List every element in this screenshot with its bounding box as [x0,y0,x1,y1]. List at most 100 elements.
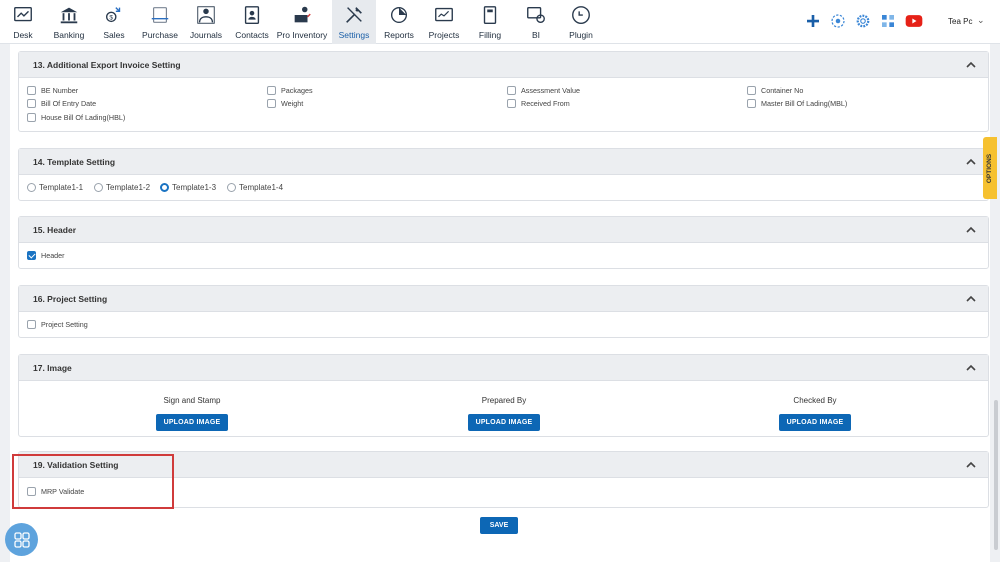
checkbox-house-bill-of-lading[interactable]: House Bill Of Lading(HBL) [27,113,125,122]
options-tab[interactable]: OPTIONS [983,137,997,199]
desk-icon [14,6,32,22]
nav-reports[interactable]: Reports [380,0,418,44]
apps-grid-button[interactable] [5,523,38,556]
checkbox-received-from[interactable]: Received From [507,99,570,108]
checkbox-project-setting[interactable]: Project Setting [27,320,88,329]
nav-label: Journals [189,30,223,40]
checkbox-label: Bill Of Entry Date [41,99,97,108]
checkbox-container-no[interactable]: Container No [747,86,803,95]
nav-bi[interactable]: BI [518,0,554,44]
template-setting-panel: 14. Template Setting Template1-1 Templat… [18,148,989,201]
bi-icon [527,6,545,24]
nav-settings[interactable]: Settings [332,0,376,44]
panel-header[interactable]: 13. Additional Export Invoice Setting [19,52,988,78]
panel-header[interactable]: 15. Header [19,217,988,243]
checkbox-packages[interactable]: Packages [267,86,313,95]
checkbox-label: BE Number [41,86,79,95]
nav-pro-inventory[interactable]: Pro Inventory [276,0,328,44]
settings-icon [346,7,362,23]
qr-icon[interactable] [877,10,899,32]
nav-label: Reports [384,30,414,40]
grid-icon [13,531,30,548]
radio-circle[interactable] [227,183,236,192]
checkbox-box[interactable] [507,99,516,108]
gear-icon[interactable] [852,10,874,32]
upload-checked-by-button[interactable]: UPLOAD IMAGE [778,414,852,431]
panel-title: 14. Template Setting [33,157,116,167]
project-setting-panel: 16. Project Setting Project Setting [18,285,989,338]
radio-template1-3[interactable]: Template1-3 [160,183,216,192]
checkbox-bill-of-entry-date[interactable]: Bill Of Entry Date [27,99,96,108]
radio-circle[interactable] [94,183,103,192]
checkbox-label: Header [41,251,65,260]
nav-purchase[interactable]: Purchase [140,0,180,44]
nav-label: Banking [53,30,85,40]
user-name[interactable]: Tea Pc [948,17,972,26]
checkbox-weight[interactable]: Weight [267,99,303,108]
checkbox-box[interactable] [507,86,516,95]
top-navigation: Desk Banking $ Sales Purchase Journals C… [0,0,1000,44]
upload-sign-stamp-button[interactable]: UPLOAD IMAGE [155,414,229,431]
save-button[interactable]: SAVE [480,517,518,534]
checkbox-assessment-value[interactable]: Assessment Value [507,86,580,95]
upload-prepared-by-button[interactable]: UPLOAD IMAGE [467,414,541,431]
checkbox-box[interactable] [27,320,36,329]
scrollbar-thumb[interactable] [994,400,998,550]
nav-desk[interactable]: Desk [4,0,42,44]
checkbox-be-number[interactable]: BE Number [27,86,78,95]
nav-label: Projects [428,30,460,40]
validation-highlight-box [12,454,174,509]
nav-label: Sales [103,30,125,40]
checkbox-box[interactable] [267,99,276,108]
checkbox-box[interactable] [267,86,276,95]
checkbox-header[interactable]: Header [27,251,65,260]
chevron-up-icon[interactable] [964,223,978,237]
checkbox-box[interactable] [27,99,36,108]
youtube-icon[interactable] [903,10,925,32]
radio-label: Template1-2 [106,183,151,192]
sync-icon[interactable] [827,10,849,32]
checkbox-box[interactable] [27,113,36,122]
checkbox-label: Assessment Value [521,86,580,95]
checkbox-box[interactable] [27,86,36,95]
panel-title: 16. Project Setting [33,294,108,304]
header-panel: 15. Header Header [18,216,989,269]
nav-contacts[interactable]: Contacts [232,0,272,44]
journals-icon [197,6,215,24]
panel-header[interactable]: 14. Template Setting [19,149,988,175]
add-icon[interactable] [802,10,824,32]
radio-template1-4[interactable]: Template1-4 [227,183,283,192]
checkbox-master-bill-of-lading[interactable]: Master Bill Of Lading(MBL) [747,99,847,108]
options-tab-label: OPTIONS [986,153,994,183]
image-label: Sign and Stamp [163,396,221,405]
chevron-up-icon[interactable] [964,292,978,306]
nav-plugin[interactable]: Plugin [562,0,600,44]
image-panel: 17. Image Sign and Stamp UPLOAD IMAGE Pr… [18,354,989,437]
panel-title: 13. Additional Export Invoice Setting [33,60,181,70]
radio-circle[interactable] [27,183,36,192]
checkbox-box[interactable] [747,86,756,95]
panel-header[interactable]: 17. Image [19,355,988,381]
checkbox-box[interactable] [747,99,756,108]
export-invoice-panel: 13. Additional Export Invoice Setting BE… [18,51,989,132]
chevron-down-icon[interactable]: ⌄ [977,15,985,26]
chevron-up-icon[interactable] [964,361,978,375]
radio-template1-1[interactable]: Template1-1 [27,183,83,192]
checkbox-label: Packages [281,86,313,95]
radio-template1-2[interactable]: Template1-2 [94,183,150,192]
chevron-up-icon[interactable] [964,155,978,169]
nav-banking[interactable]: Banking [50,0,88,44]
checkbox-box[interactable] [27,251,36,260]
nav-sales[interactable]: $ Sales [98,0,130,44]
filling-icon [483,6,497,24]
nav-journals[interactable]: Journals [186,0,226,44]
panel-header[interactable]: 16. Project Setting [19,286,988,312]
panel-title: 15. Header [33,225,76,235]
nav-projects[interactable]: Projects [424,0,464,44]
panel-title: 17. Image [33,363,72,373]
chevron-up-icon[interactable] [964,458,978,472]
nav-filling[interactable]: Filling [472,0,508,44]
radio-circle[interactable] [160,183,169,192]
chevron-up-icon[interactable] [964,58,978,72]
sales-icon: $ [105,7,121,23]
